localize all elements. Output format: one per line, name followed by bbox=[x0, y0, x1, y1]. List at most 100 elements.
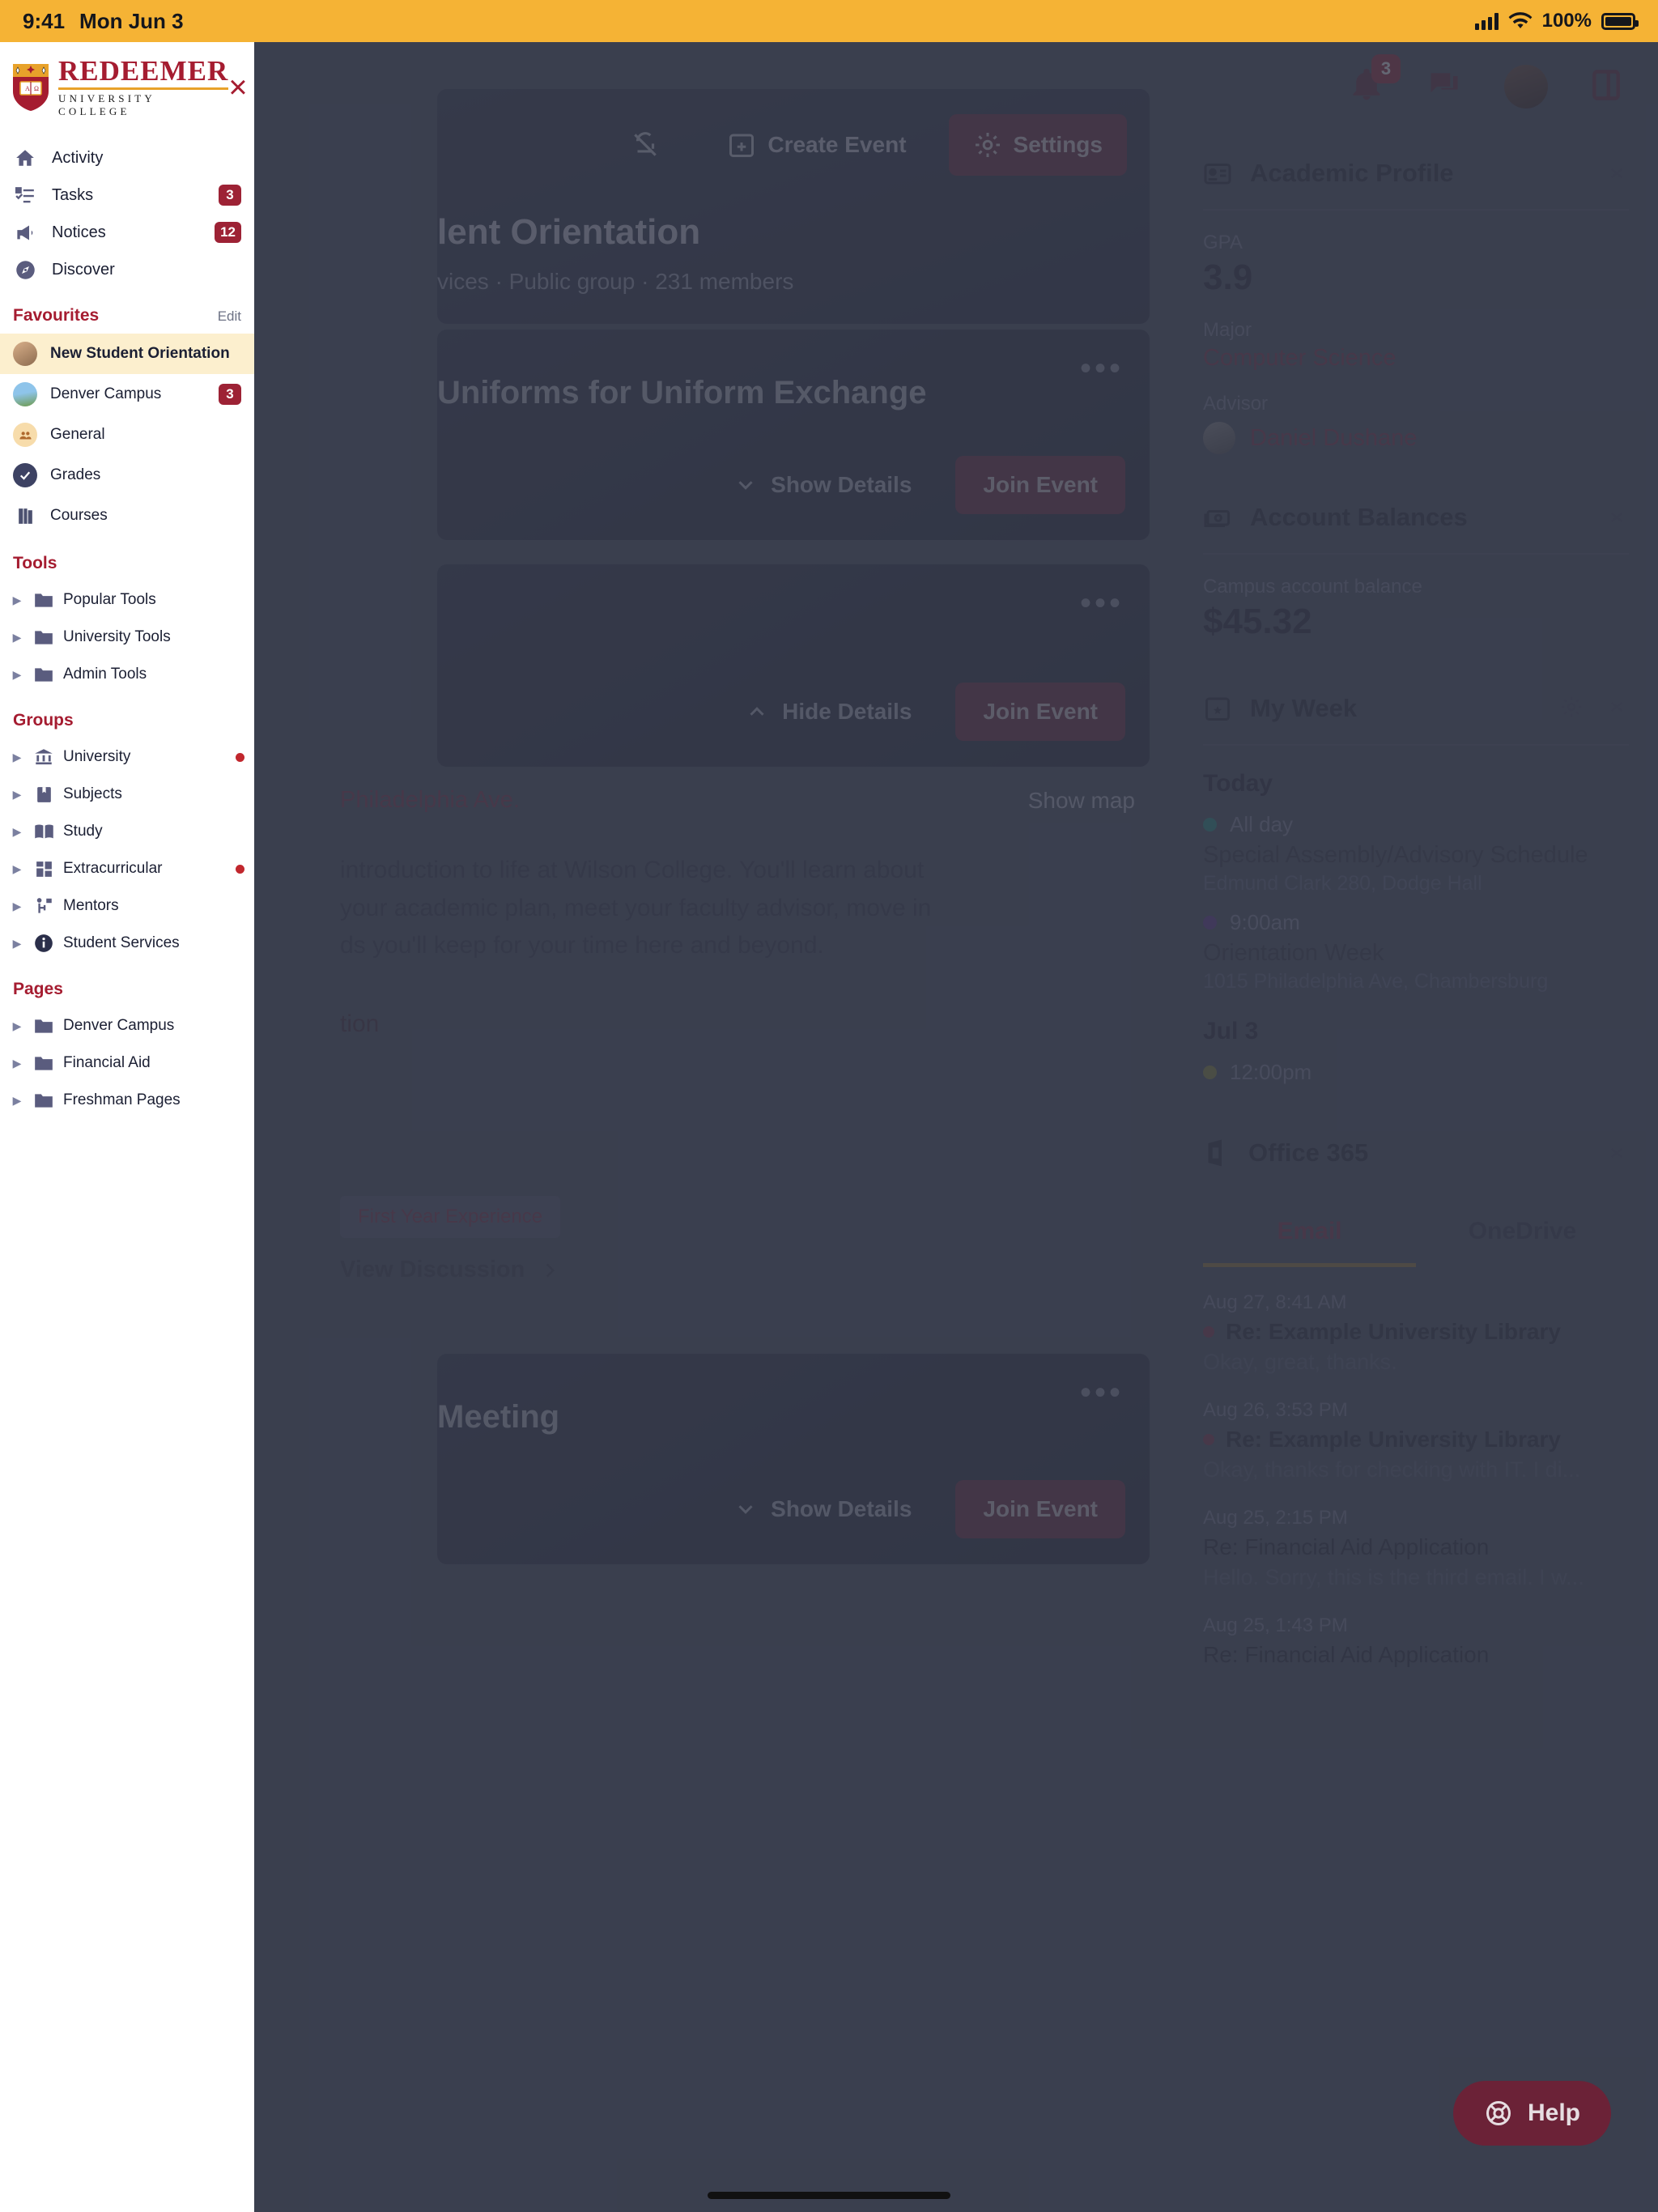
groups-item-extracurricular[interactable]: ▶ Extracurricular bbox=[0, 850, 254, 887]
mute-button[interactable] bbox=[606, 113, 685, 177]
calendar-event[interactable]: 9:00am Orientation Week 1015 Philadelphi… bbox=[1203, 910, 1629, 993]
email-preview: Okay, thanks for checking with IT. I di.… bbox=[1203, 1457, 1581, 1482]
event-actions: Show Details Join Event bbox=[709, 1480, 1125, 1538]
university-crest-icon: Α Ω bbox=[13, 64, 49, 111]
tag-chip[interactable]: First Year Experience bbox=[340, 1196, 561, 1238]
groups-item-subjects[interactable]: ▶ Subjects bbox=[0, 776, 254, 813]
sidebar-item-activity[interactable]: Activity bbox=[0, 139, 254, 177]
calendar-event[interactable]: 12:00pm bbox=[1203, 1060, 1629, 1085]
sidebar-item-notices[interactable]: Notices 12 bbox=[0, 214, 254, 251]
tab-onedrive[interactable]: OneDrive bbox=[1416, 1200, 1629, 1267]
event-menu-icon[interactable]: ••• bbox=[1080, 585, 1124, 622]
pages-item-freshman-pages[interactable]: ▶ Freshman Pages bbox=[0, 1082, 254, 1119]
hide-details-button[interactable]: Hide Details bbox=[721, 683, 936, 741]
collapse-toggle[interactable] bbox=[1605, 1141, 1629, 1165]
tools-section-header: Tools bbox=[0, 536, 254, 581]
event-name: Special Assembly/Advisory Schedule bbox=[1203, 842, 1588, 868]
notices-badge: 12 bbox=[215, 222, 241, 243]
collapse-toggle[interactable] bbox=[1605, 505, 1629, 530]
chevron-right-icon[interactable]: ▶ bbox=[10, 593, 24, 607]
event-card[interactable]: ••• Uniforms for Uniform Exchange Show D… bbox=[437, 330, 1150, 540]
major-value[interactable]: Computer Science bbox=[1203, 345, 1629, 372]
hide-details-label: Hide Details bbox=[782, 699, 912, 724]
tab-email[interactable]: Email bbox=[1203, 1200, 1416, 1267]
gear-icon[interactable] bbox=[1559, 695, 1584, 723]
people-icon bbox=[19, 431, 32, 439]
show-details-button[interactable]: Show Details bbox=[709, 456, 936, 514]
chat-icon[interactable] bbox=[1426, 67, 1462, 107]
groups-item-university[interactable]: ▶ University bbox=[0, 738, 254, 776]
favourite-item-grades[interactable]: Grades bbox=[0, 455, 254, 496]
chevron-right-icon[interactable]: ▶ bbox=[10, 937, 24, 951]
chevron-right-icon[interactable]: ▶ bbox=[10, 751, 24, 764]
academic-profile-title: Academic Profile bbox=[1250, 159, 1454, 187]
favourites-edit-button[interactable]: Edit bbox=[218, 308, 241, 325]
chevron-right-icon[interactable]: ▶ bbox=[10, 788, 24, 802]
create-event-button[interactable]: Create Event bbox=[703, 114, 930, 176]
tools-item-admin-tools[interactable]: ▶ Admin Tools bbox=[0, 656, 254, 693]
chevron-right-icon[interactable]: ▶ bbox=[10, 631, 24, 644]
collapse-toggle[interactable] bbox=[1605, 695, 1629, 723]
favourite-item-general[interactable]: General bbox=[0, 415, 254, 455]
groups-item-study[interactable]: ▶ Study bbox=[0, 813, 254, 850]
tools-item-university-tools[interactable]: ▶ University Tools bbox=[0, 619, 254, 656]
avatar[interactable] bbox=[1504, 65, 1548, 108]
email-item[interactable]: Aug 26, 3:53 PM Re: Example University L… bbox=[1203, 1399, 1629, 1482]
chevron-right-icon[interactable]: ▶ bbox=[10, 825, 24, 839]
grid-icon bbox=[32, 859, 55, 879]
orientation-text: tion bbox=[340, 1010, 380, 1037]
join-event-button[interactable]: Join Event bbox=[955, 456, 1125, 514]
view-discussion-button[interactable]: View Discussion bbox=[340, 1257, 1150, 1283]
chevron-right-icon[interactable]: ▶ bbox=[10, 1057, 24, 1070]
sidebar-item-discover[interactable]: Discover bbox=[0, 251, 254, 288]
create-event-label: Create Event bbox=[767, 132, 907, 157]
show-details-button[interactable]: Show Details bbox=[709, 1480, 936, 1538]
settings-button[interactable]: Settings bbox=[948, 114, 1127, 176]
tools-item-popular-tools[interactable]: ▶ Popular Tools bbox=[0, 581, 254, 619]
collapse-toggle[interactable] bbox=[1605, 161, 1629, 185]
chevron-right-icon[interactable]: ▶ bbox=[10, 1094, 24, 1108]
event-menu-icon[interactable]: ••• bbox=[1080, 351, 1124, 387]
bell-icon[interactable]: 3 bbox=[1349, 53, 1401, 107]
wifi-icon bbox=[1508, 12, 1533, 28]
join-event-button[interactable]: Join Event bbox=[955, 1480, 1125, 1538]
event-card[interactable]: ••• Meeting Show Details Join Event bbox=[437, 1354, 1150, 1564]
advisor-name[interactable]: Daniel Dushane bbox=[1250, 425, 1417, 452]
advisor-row[interactable]: Daniel Dushane bbox=[1203, 422, 1629, 454]
event-card[interactable]: ••• Hide Details Join Event bbox=[437, 564, 1150, 767]
office365-title: Office 365 bbox=[1248, 1138, 1369, 1167]
chevron-right-icon[interactable]: ▶ bbox=[10, 900, 24, 913]
favourite-item-new-student-orientation[interactable]: New Student Orientation bbox=[0, 334, 254, 374]
megaphone-icon bbox=[13, 222, 37, 244]
help-button[interactable]: Help bbox=[1452, 2081, 1611, 2146]
favourite-item-courses[interactable]: Courses bbox=[0, 496, 254, 536]
balance-value: $45.32 bbox=[1203, 602, 1312, 641]
event-menu-icon[interactable]: ••• bbox=[1080, 1375, 1124, 1411]
calendar-event[interactable]: All day Special Assembly/Advisory Schedu… bbox=[1203, 812, 1629, 895]
home-indicator bbox=[708, 2192, 950, 2199]
favourite-item-denver-campus[interactable]: Denver Campus 3 bbox=[0, 374, 254, 415]
email-item[interactable]: Aug 25, 1:43 PM Re: Financial Aid Applic… bbox=[1203, 1614, 1629, 1668]
description-line: your academic plan, meet your faculty ad… bbox=[340, 894, 932, 921]
join-event-button[interactable]: Join Event bbox=[955, 683, 1125, 741]
close-icon[interactable]: × bbox=[228, 71, 254, 104]
email-preview: Okay, great, thanks. bbox=[1203, 1350, 1397, 1374]
email-item[interactable]: Aug 25, 2:15 PM Re: Financial Aid Applic… bbox=[1203, 1507, 1629, 1590]
pages-item-financial-aid[interactable]: ▶ Financial Aid bbox=[0, 1044, 254, 1082]
sidebar-item-label: Notices bbox=[52, 223, 106, 241]
notification-badge: 3 bbox=[1371, 53, 1401, 83]
pages-item-denver-campus[interactable]: ▶ Denver Campus bbox=[0, 1007, 254, 1044]
chevron-right-icon[interactable]: ▶ bbox=[10, 668, 24, 682]
chevron-right-icon[interactable]: ▶ bbox=[10, 1019, 24, 1033]
group-hero: Create Event Settings lent Orientation v… bbox=[437, 89, 1150, 324]
groups-item-mentors[interactable]: ▶ Mentors bbox=[0, 887, 254, 925]
panel-toggle-icon[interactable] bbox=[1590, 67, 1622, 107]
sidebar-item-tasks[interactable]: Tasks 3 bbox=[0, 177, 254, 214]
show-details-label: Show Details bbox=[771, 472, 912, 497]
show-map-button[interactable]: Show map bbox=[1028, 788, 1150, 814]
chevron-right-icon[interactable]: ▶ bbox=[10, 862, 24, 876]
event-time: 9:00am bbox=[1230, 910, 1300, 934]
email-item[interactable]: Aug 27, 8:41 AM Re: Example University L… bbox=[1203, 1291, 1629, 1375]
event-address[interactable]: Philadelphia Ave. bbox=[340, 787, 520, 814]
groups-item-student-services[interactable]: ▶ Student Services bbox=[0, 925, 254, 962]
